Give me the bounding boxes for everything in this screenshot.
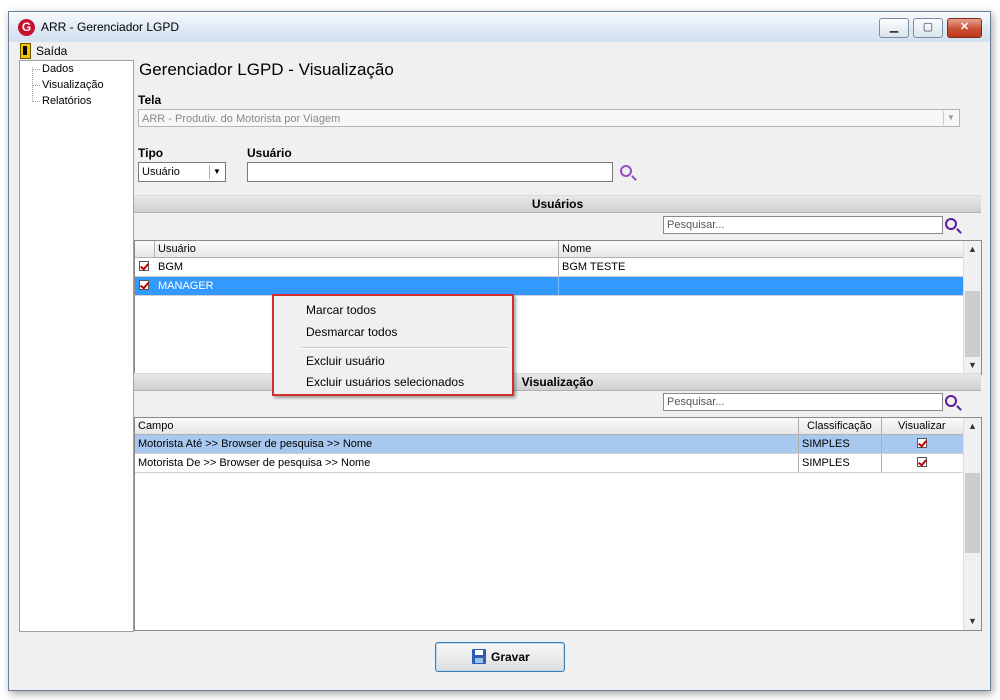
title-bar[interactable]: G ARR - Gerenciador LGPD ▁ ▢ ✕ <box>9 12 990 43</box>
tree-connector <box>32 85 40 86</box>
search-icon[interactable] <box>945 395 957 407</box>
row-checkbox[interactable] <box>139 280 149 290</box>
column-divider <box>558 241 559 257</box>
table-row[interactable]: BGM BGM TESTE <box>135 258 963 277</box>
column-divider <box>881 454 882 472</box>
tela-select-value: ARR - Produtiv. do Motorista por Viagem <box>142 113 341 125</box>
row-classificacao: SIMPLES <box>802 438 850 450</box>
context-menu-excluir-selecionados[interactable]: Excluir usuários selecionados <box>306 375 464 389</box>
column-header-campo[interactable]: Campo <box>138 418 173 434</box>
context-menu-separator <box>302 347 508 349</box>
column-divider <box>798 454 799 472</box>
context-menu-desmarcar-todos[interactable]: Desmarcar todos <box>306 325 397 339</box>
scroll-thumb[interactable] <box>965 473 980 553</box>
row-classificacao: SIMPLES <box>802 457 850 469</box>
close-button[interactable]: ✕ <box>947 18 982 38</box>
maximize-button[interactable]: ▢ <box>913 18 943 38</box>
tree-item-dados[interactable]: Dados <box>42 63 74 75</box>
visualizacao-scrollbar[interactable]: ▲ ▼ <box>963 418 981 630</box>
column-divider <box>558 277 559 295</box>
page-title: Gerenciador LGPD - Visualização <box>139 60 394 79</box>
usuarios-grid: Usuário Nome BGM BGM TESTE MANAGER ▲ ▼ <box>134 240 982 375</box>
search-icon[interactable] <box>945 218 957 230</box>
column-divider <box>881 435 882 453</box>
tree-connector <box>32 69 40 70</box>
scroll-down-icon[interactable]: ▼ <box>964 357 981 374</box>
context-menu-excluir-usuario[interactable]: Excluir usuário <box>306 354 385 368</box>
column-header-usuario[interactable]: Usuário <box>158 241 196 257</box>
column-divider <box>798 435 799 453</box>
chevron-down-icon[interactable]: ▼ <box>943 111 958 125</box>
scroll-up-icon[interactable]: ▲ <box>964 241 981 258</box>
row-nome: BGM TESTE <box>562 261 626 273</box>
menu-item-saida[interactable]: Saída <box>36 44 67 58</box>
column-divider <box>798 418 799 434</box>
save-button[interactable]: Gravar <box>435 642 565 672</box>
visualizacao-grid: Campo Classificação Visualizar Motorista… <box>134 417 982 631</box>
tela-label: Tela <box>138 93 162 107</box>
row-campo: Motorista Até >> Browser de pesquisa >> … <box>138 438 373 450</box>
tree-connector <box>32 67 33 100</box>
tree-connector <box>32 101 40 102</box>
usuarios-search-input[interactable]: Pesquisar... <box>663 216 943 234</box>
column-divider <box>154 241 155 257</box>
visualizacao-grid-header: Campo Classificação Visualizar <box>135 418 963 435</box>
window-title: ARR - Gerenciador LGPD <box>41 20 180 34</box>
tela-select[interactable]: ARR - Produtiv. do Motorista por Viagem … <box>138 109 960 127</box>
chevron-down-icon[interactable]: ▼ <box>209 165 224 179</box>
tree-item-relatorios[interactable]: Relatórios <box>42 95 92 107</box>
visualizacao-search-input[interactable]: Pesquisar... <box>663 393 943 411</box>
navigation-tree: Dados Visualização Relatórios <box>19 60 134 632</box>
visualizar-checkbox[interactable] <box>917 438 927 448</box>
visualizar-checkbox[interactable] <box>917 457 927 467</box>
context-menu: Marcar todos Desmarcar todos Excluir usu… <box>272 294 514 396</box>
main-window: G ARR - Gerenciador LGPD ▁ ▢ ✕ Saída Dad… <box>8 11 991 691</box>
scroll-thumb[interactable] <box>965 291 980 357</box>
column-divider <box>881 418 882 434</box>
row-usuario: BGM <box>158 261 184 273</box>
table-row-selected[interactable]: Motorista Até >> Browser de pesquisa >> … <box>135 435 963 454</box>
tipo-select[interactable]: Usuário ▼ <box>138 162 226 182</box>
row-usuario: MANAGER <box>158 280 214 292</box>
tree-item-visualizacao[interactable]: Visualização <box>42 79 104 91</box>
usuarios-grid-header: Usuário Nome <box>135 241 963 258</box>
exit-door-icon <box>20 43 31 59</box>
app-logo-icon: G <box>18 19 35 36</box>
tipo-select-value: Usuário <box>142 166 180 178</box>
menu-bar: Saída <box>9 42 990 60</box>
usuarios-section-header: Usuários <box>134 195 981 213</box>
row-checkbox[interactable] <box>139 261 149 271</box>
scroll-up-icon[interactable]: ▲ <box>964 418 981 435</box>
save-button-label: Gravar <box>491 650 530 664</box>
usuario-label: Usuário <box>247 146 292 160</box>
minimize-button[interactable]: ▁ <box>879 18 909 38</box>
floppy-disk-icon <box>472 649 486 664</box>
scroll-down-icon[interactable]: ▼ <box>964 613 981 630</box>
visualizacao-section-header: Visualização <box>134 373 981 391</box>
table-row-selected[interactable]: MANAGER <box>135 277 963 296</box>
column-header-nome[interactable]: Nome <box>562 241 591 257</box>
search-icon[interactable] <box>620 165 632 177</box>
column-header-visualizar[interactable]: Visualizar <box>898 418 946 434</box>
column-divider <box>558 258 559 276</box>
table-row[interactable]: Motorista De >> Browser de pesquisa >> N… <box>135 454 963 473</box>
row-campo: Motorista De >> Browser de pesquisa >> N… <box>138 457 371 469</box>
usuario-input[interactable] <box>247 162 613 182</box>
context-menu-marcar-todos[interactable]: Marcar todos <box>306 303 376 317</box>
tipo-label: Tipo <box>138 146 164 160</box>
usuarios-scrollbar[interactable]: ▲ ▼ <box>963 241 981 374</box>
column-header-classificacao[interactable]: Classificação <box>807 418 872 434</box>
